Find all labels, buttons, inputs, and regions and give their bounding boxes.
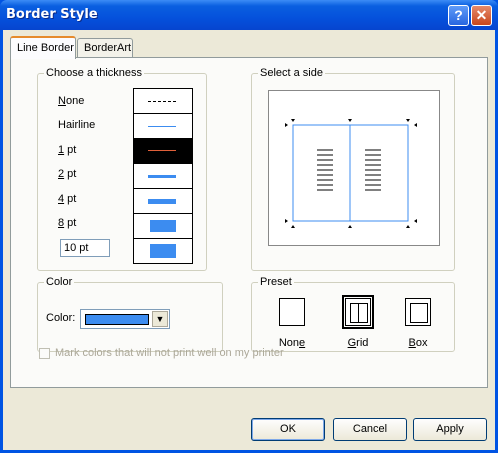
box-icon <box>410 303 428 323</box>
tab-borderart[interactable]: BorderArt <box>77 38 133 57</box>
ok-button[interactable]: OK <box>251 418 325 441</box>
title-bar[interactable]: Border Style ? ✕ <box>0 0 498 30</box>
checkbox-label: Mark colors that will not print well on … <box>55 347 284 359</box>
thickness-label-8pt: 8 pt <box>58 217 77 229</box>
thickness-swatch-1pt[interactable] <box>134 139 192 164</box>
border-style-dialog: Border Style ? ✕ Line Border BorderArt C… <box>0 0 498 453</box>
border-preview[interactable] <box>268 90 440 246</box>
thickness-swatch-list <box>133 88 193 264</box>
thickness-swatch-8pt[interactable] <box>134 214 192 239</box>
side-legend: Select a side <box>258 66 325 80</box>
arrow-marker <box>291 119 295 122</box>
color-swatch <box>85 314 149 325</box>
thickness-label-1pt: 1 pt <box>58 144 77 156</box>
thickness-label-none: None <box>58 95 85 107</box>
color-group: Color Color: ▼ <box>37 275 223 352</box>
preset-grid-label: Grid <box>347 337 369 349</box>
cancel-button[interactable]: Cancel <box>333 418 407 441</box>
thickness-label-hairline: Hairline <box>58 119 96 131</box>
side-group: Select a side <box>251 66 455 271</box>
tab-panel: Choose a thickness None Hairline 1 pt 2 … <box>10 57 488 388</box>
border-preview-diagram <box>285 119 417 228</box>
custom-thickness-input[interactable]: 10 pt <box>60 239 110 257</box>
close-icon: ✕ <box>475 7 488 23</box>
checkbox-box[interactable] <box>39 348 50 359</box>
thickness-swatch-10pt[interactable] <box>134 239 192 264</box>
preset-group: Preset None Grid Box <box>251 275 455 352</box>
thickness-swatch-2pt[interactable] <box>134 164 192 189</box>
help-button[interactable]: ? <box>448 5 469 26</box>
thickness-swatch-4pt[interactable] <box>134 189 192 214</box>
dialog-body: Line Border BorderArt Choose a thickness… <box>3 30 495 450</box>
thickness-swatch-hairline[interactable] <box>134 114 192 139</box>
color-dropdown[interactable]: ▼ <box>80 309 170 329</box>
help-icon: ? <box>454 7 463 23</box>
thickness-legend: Choose a thickness <box>44 66 144 80</box>
color-legend: Color <box>44 275 75 289</box>
window-title: Border Style <box>6 7 98 22</box>
thickness-swatch-none[interactable] <box>134 89 192 114</box>
preset-box-label: Box <box>408 337 428 349</box>
grid-icon <box>350 303 368 323</box>
tab-label: BorderArt <box>84 42 132 54</box>
close-button[interactable]: ✕ <box>471 5 492 26</box>
color-label: Color: <box>46 312 76 324</box>
apply-button[interactable]: Apply <box>413 418 487 441</box>
thickness-label-2pt: 2 pt <box>58 168 77 180</box>
preset-legend: Preset <box>258 275 294 289</box>
thickness-label-4pt: 4 pt <box>58 193 77 205</box>
dropdown-arrow-icon[interactable]: ▼ <box>152 311 168 327</box>
tab-line-border[interactable]: Line Border <box>10 36 76 59</box>
preset-none-button[interactable] <box>279 298 305 326</box>
tab-label: Line Border <box>17 42 74 54</box>
thickness-group: Choose a thickness None Hairline 1 pt 2 … <box>37 66 207 271</box>
preset-grid-button[interactable] <box>342 295 374 329</box>
preset-box-button[interactable] <box>405 298 431 326</box>
